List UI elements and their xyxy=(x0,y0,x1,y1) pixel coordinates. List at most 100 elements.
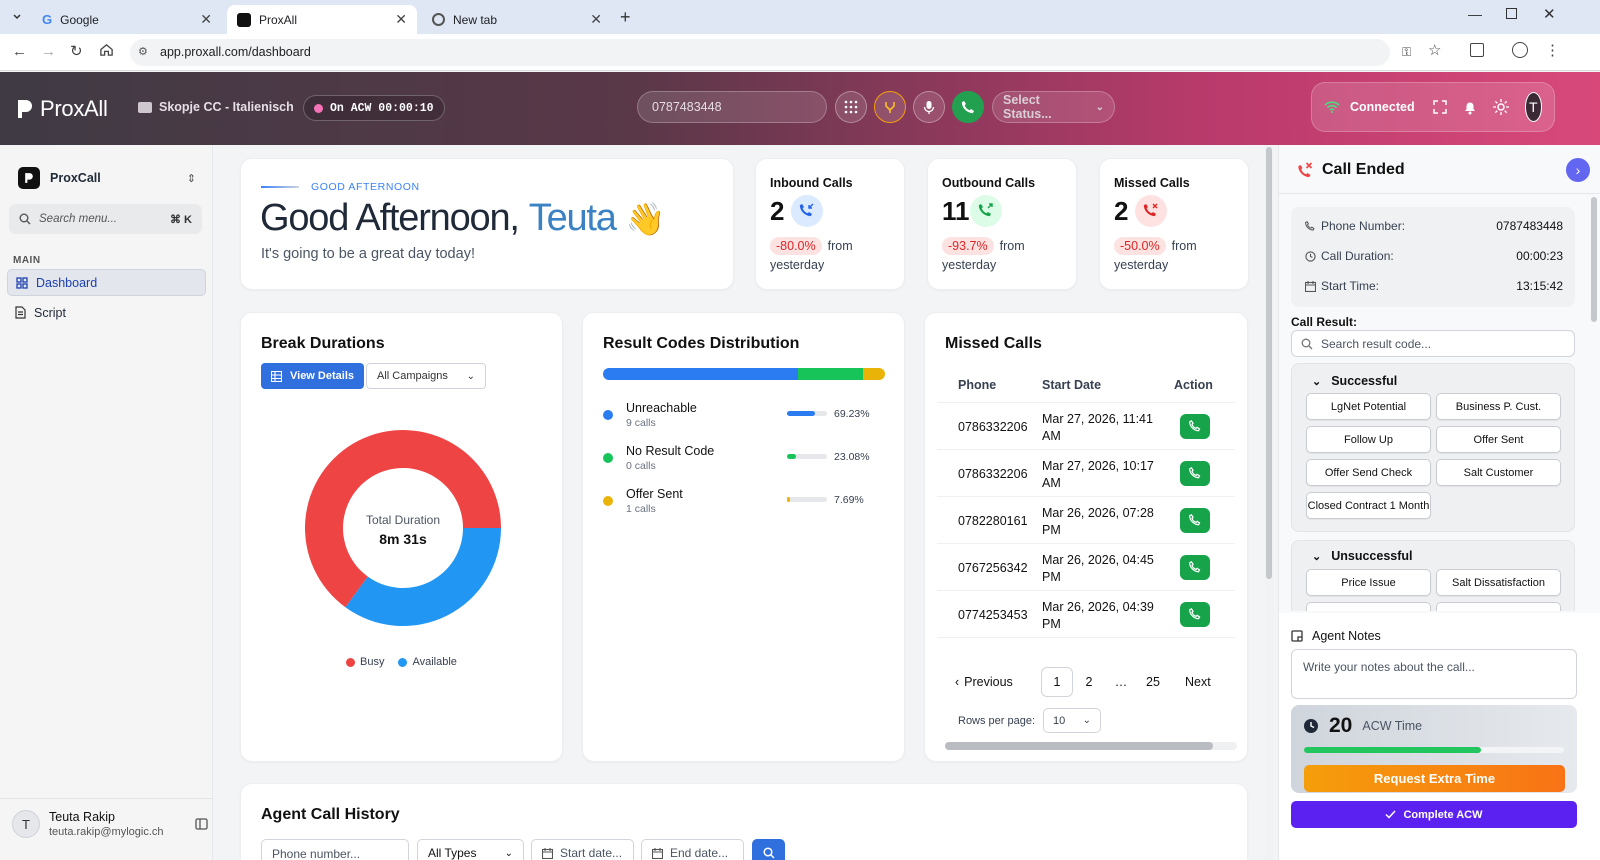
history-type-select[interactable]: All Types ⌄ xyxy=(417,839,524,860)
chevron-down-icon: ⌄ xyxy=(1095,101,1104,113)
greeting-card: GOOD AFTERNOON Good Afternoon, Teuta 👋 I… xyxy=(240,158,734,290)
browser-tab-bar: G Google ✕ ProxAll ✕ New tab ✕ + — ✕ xyxy=(0,0,1600,34)
history-search-button[interactable] xyxy=(752,839,785,860)
result-code-button[interactable]: Closed Contract 1 Month xyxy=(1306,492,1431,519)
sidebar-search-input[interactable]: Search menu... ⌘ K xyxy=(9,204,202,234)
bell-icon[interactable] xyxy=(1463,100,1477,115)
result-code-button[interactable]: Business P. Cust. xyxy=(1436,393,1561,420)
result-code-search-input[interactable]: Search result code... xyxy=(1291,330,1575,357)
page-button-2[interactable]: 2 xyxy=(1073,667,1105,697)
sidebar-item-script[interactable]: Script xyxy=(7,299,206,326)
result-code-button[interactable]: Offer Send Check xyxy=(1306,459,1431,486)
sidebar-item-label: Script xyxy=(34,305,66,320)
app-logo[interactable]: ProxAll xyxy=(16,96,108,122)
panel-scrollbar-thumb[interactable] xyxy=(1591,197,1597,322)
pagination-previous[interactable]: ‹ Previous xyxy=(955,675,1035,689)
transfer-icon[interactable] xyxy=(874,91,906,123)
fullscreen-icon[interactable] xyxy=(1432,100,1447,114)
pagination: ‹ Previous 1 2 … 25 Next xyxy=(955,667,1211,697)
dialpad-icon[interactable] xyxy=(835,91,867,123)
result-code-button[interactable]: LgNet Potential xyxy=(1306,393,1431,420)
input-placeholder: Search result code... xyxy=(1321,336,1432,351)
call-back-button[interactable] xyxy=(1180,414,1210,439)
proxcall-logo-icon xyxy=(18,167,40,189)
extensions-icon[interactable] xyxy=(1470,43,1484,57)
result-code-button[interactable]: Price Issue xyxy=(1306,569,1431,596)
page-scrollbar[interactable] xyxy=(1265,145,1273,860)
chevron-down-icon: ⌄ xyxy=(1312,375,1322,388)
row-phone: 0782280161 xyxy=(958,514,1028,528)
call-back-button[interactable] xyxy=(1180,602,1210,627)
panel-collapse-chevron-icon[interactable]: › xyxy=(1566,158,1590,182)
pagination-next[interactable]: Next xyxy=(1185,675,1211,689)
close-window-icon[interactable]: ✕ xyxy=(1543,5,1556,23)
sidebar-user[interactable]: T Teuta Rakip teuta.rakip@mylogic.ch xyxy=(12,810,208,838)
history-phone-input[interactable]: Phone number... xyxy=(261,839,409,860)
close-tab-icon[interactable]: ✕ xyxy=(200,11,212,28)
browser-tab-proxall[interactable]: ProxAll ✕ xyxy=(227,5,417,34)
call-back-button[interactable] xyxy=(1180,555,1210,580)
campaign-select[interactable]: All Campaigns ⌄ xyxy=(366,363,486,389)
complete-acw-button[interactable]: Complete ACW xyxy=(1291,801,1577,828)
call-phone-icon[interactable] xyxy=(952,91,984,123)
unsuccessful-group-header[interactable]: ⌄ Unsuccessful xyxy=(1312,549,1413,563)
home-icon[interactable] xyxy=(99,42,114,57)
restore-icon[interactable] xyxy=(1506,8,1517,19)
phone-number-row: Phone Number: 0787483448 xyxy=(1305,219,1563,233)
view-details-button[interactable]: View Details xyxy=(261,363,364,389)
page-label: 1 xyxy=(1053,675,1061,689)
sun-icon[interactable] xyxy=(1492,99,1509,115)
menu-kebab-icon[interactable]: ⋮ xyxy=(1545,41,1560,59)
page-scrollbar-thumb[interactable] xyxy=(1266,147,1272,579)
rows-per-page-value: 10 xyxy=(1053,714,1066,727)
request-extra-time-button[interactable]: Request Extra Time xyxy=(1304,765,1565,792)
profile-icon[interactable] xyxy=(1512,42,1528,58)
sidebar-collapse-icon[interactable] xyxy=(195,818,208,830)
star-icon[interactable]: ☆ xyxy=(1428,41,1441,59)
result-code-button[interactable]: Follow Up xyxy=(1306,426,1431,453)
agent-notes-textarea[interactable]: Write your notes about the call... xyxy=(1291,649,1577,699)
history-start-date[interactable]: Start date... xyxy=(531,839,634,860)
call-back-button[interactable] xyxy=(1180,508,1210,533)
dial-phone-input[interactable]: 0787483448 xyxy=(637,91,827,123)
row-phone: 0786332206 xyxy=(958,420,1028,434)
url-input[interactable]: ⚙ app.proxall.com/dashboard xyxy=(130,39,1390,66)
site-info-icon[interactable]: ⚙ xyxy=(138,39,148,66)
select-value: All Types xyxy=(428,846,477,860)
successful-group-header[interactable]: ⌄ Successful xyxy=(1312,374,1397,388)
org-switcher[interactable]: ProxCall ⇕ xyxy=(18,167,196,189)
result-code-button[interactable]: Does Not Want to Talk xyxy=(1436,602,1561,611)
history-end-date[interactable]: End date... xyxy=(641,839,744,860)
result-code-button[interactable]: Salt Customer xyxy=(1436,459,1561,486)
scrollbar-thumb[interactable] xyxy=(945,742,1213,750)
campaign-indicator[interactable]: Skopje CC - Italienisch xyxy=(138,100,294,114)
back-icon[interactable]: ← xyxy=(12,43,27,60)
search-placeholder: Search menu... xyxy=(39,213,117,225)
reload-icon[interactable]: ↻ xyxy=(70,42,83,60)
page-button-25[interactable]: 25 xyxy=(1137,667,1169,697)
new-tab-plus-icon[interactable]: + xyxy=(620,7,631,28)
close-tab-icon[interactable]: ✕ xyxy=(590,11,602,28)
result-code-button[interactable]: Salt Dissatisfaction xyxy=(1436,569,1561,596)
browser-tab-google[interactable]: G Google ✕ xyxy=(32,5,222,34)
tab-title: Google xyxy=(60,12,99,27)
legend-label: Available xyxy=(412,656,457,668)
row-phone: 0786332206 xyxy=(958,467,1028,481)
minimize-icon[interactable]: — xyxy=(1468,6,1482,22)
avatar[interactable]: T xyxy=(1524,92,1542,122)
rows-per-page-select[interactable]: 10 ⌄ xyxy=(1043,708,1102,733)
page-button-1[interactable]: 1 xyxy=(1041,667,1073,697)
forward-icon[interactable]: → xyxy=(41,43,56,60)
sidebar-item-dashboard[interactable]: Dashboard xyxy=(7,269,206,296)
microphone-icon[interactable] xyxy=(913,91,945,123)
user-info: Teuta Rakip teuta.rakip@mylogic.ch xyxy=(49,810,164,838)
result-code-button[interactable]: Offer Sent xyxy=(1436,426,1561,453)
browser-tab-newtab[interactable]: New tab ✕ xyxy=(422,5,612,34)
call-back-button[interactable] xyxy=(1180,461,1210,486)
tab-list-chevron-icon[interactable] xyxy=(8,8,26,26)
status-select[interactable]: Select Status... ⌄ xyxy=(992,91,1115,123)
close-tab-icon[interactable]: ✕ xyxy=(395,11,407,28)
result-code-button[interactable]: Timing Issue xyxy=(1306,602,1431,611)
horizontal-scrollbar[interactable] xyxy=(945,742,1237,750)
key-icon[interactable]: ⚿ xyxy=(1402,45,1411,60)
